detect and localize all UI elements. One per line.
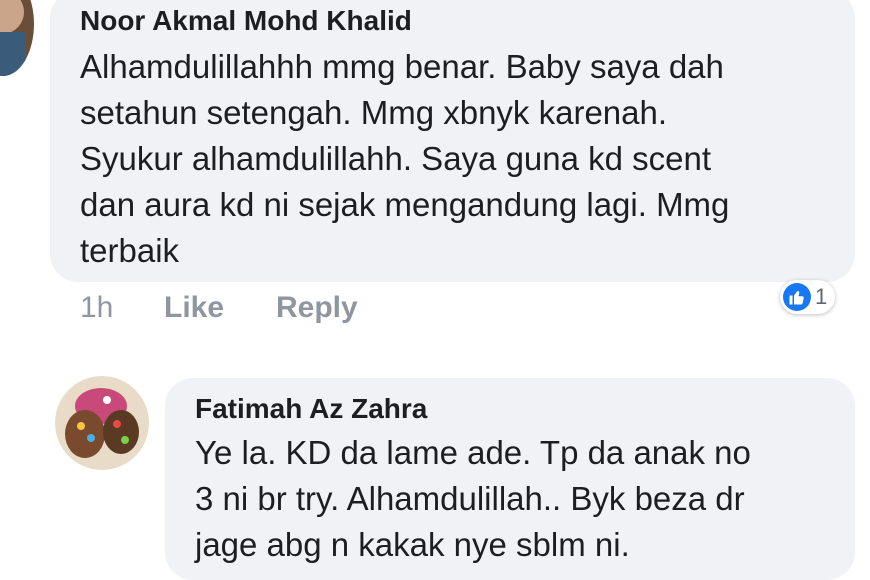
comment-author[interactable]: Fatimah Az Zahra xyxy=(195,392,855,426)
comment-1-bubble: Noor Akmal Mohd Khalid Alhamdulillahhh m… xyxy=(50,0,855,282)
avatar-photo xyxy=(55,376,149,470)
comment-text: Alhamdulillahhh mmg benar. Baby saya dah… xyxy=(80,48,730,269)
reaction-count: 1 xyxy=(815,284,828,309)
comment-2-avatar[interactable] xyxy=(55,376,149,470)
reaction-summary[interactable]: 1 xyxy=(780,280,836,314)
avatar-photo xyxy=(0,0,34,76)
comment-timestamp[interactable]: 1h xyxy=(80,291,113,325)
like-button[interactable]: Like xyxy=(164,291,224,325)
reply-button[interactable]: Reply xyxy=(276,291,358,325)
comment-1-actions: 1h Like Reply xyxy=(80,291,480,327)
comment-1-avatar[interactable] xyxy=(0,0,34,76)
comment-text: Ye la. KD da lame ade. Tp da anak no 3 n… xyxy=(195,434,751,563)
comment-author[interactable]: Noor Akmal Mohd Khalid xyxy=(80,4,855,38)
comment-2-bubble: Fatimah Az Zahra Ye la. KD da lame ade. … xyxy=(165,378,855,580)
thumbs-up-icon xyxy=(783,283,811,311)
